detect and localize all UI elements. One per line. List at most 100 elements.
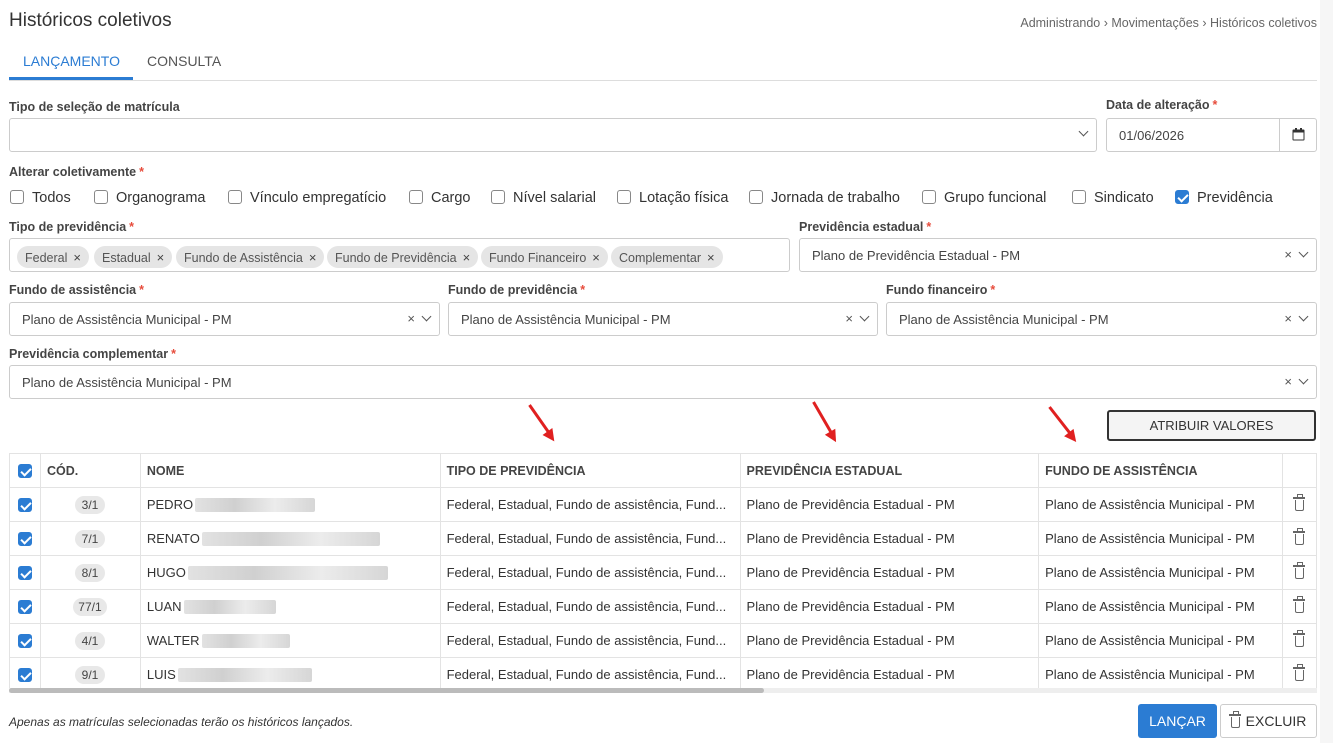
option-lotacao[interactable]: Lotação física: [617, 190, 728, 206]
option-organograma[interactable]: Organograma: [94, 190, 205, 206]
tipo-previdencia-label: Tipo de previdência *: [9, 220, 135, 234]
trash-icon[interactable]: [1293, 562, 1305, 579]
tab-consulta[interactable]: CONSULTA: [147, 53, 221, 69]
tipo-previdencia-multiselect[interactable]: Federal × Estadual × Fundo de Assistência ×…: [9, 238, 790, 272]
tag-federal: Federal ×: [17, 246, 89, 268]
header-fundo-assistencia[interactable]: FUNDO DE ASSISTÊNCIA: [1038, 453, 1284, 488]
annotation-arrow: [528, 404, 551, 434]
redacted-text: [183, 600, 276, 615]
fundo-previdencia-select[interactable]: Plano de Assistência Municipal - PM ×: [448, 302, 878, 336]
checkbox[interactable]: [94, 190, 108, 205]
table-row[interactable]: 9/1 LUIS Federal, Estadual, Fundo de ass…: [9, 657, 1317, 692]
previdencia-estadual-label: Previdência estadual *: [799, 220, 932, 234]
row-name: LUIS: [146, 666, 176, 682]
tag-fundo-assistencia: Fundo de Assistência ×: [176, 246, 325, 268]
fundo-financeiro-select[interactable]: Plano de Assistência Municipal - PM ×: [886, 302, 1317, 336]
option-nivel-salarial[interactable]: Nível salarial: [491, 190, 596, 206]
option-vinculo[interactable]: Vínculo empregatício: [228, 190, 386, 206]
checkbox[interactable]: [491, 190, 505, 205]
fundo-financeiro-label: Fundo financeiro *: [886, 283, 996, 297]
remove-tag-icon[interactable]: ×: [592, 250, 600, 265]
annotation-arrow: [1048, 406, 1072, 435]
table-row[interactable]: 4/1 WALTER Federal, Estadual, Fundo de a…: [9, 623, 1317, 658]
row-checkbox[interactable]: [18, 532, 32, 547]
calendar-icon: [1292, 128, 1305, 141]
data-alteracao-label: Data de alteração *: [1106, 98, 1218, 112]
alterar-label: Alterar coletivamente *: [9, 165, 145, 179]
checkbox[interactable]: [10, 190, 24, 205]
select-all-checkbox[interactable]: [18, 463, 32, 478]
excluir-button[interactable]: EXCLUIR: [1220, 704, 1317, 738]
row-tipo: Federal, Estadual, Fundo de assistência,…: [439, 521, 741, 556]
checkbox-checked[interactable]: [1175, 190, 1189, 205]
row-name: WALTER: [146, 632, 200, 648]
row-tipo: Federal, Estadual, Fundo de assistência,…: [439, 487, 741, 522]
clear-icon[interactable]: ×: [407, 311, 415, 326]
previdencia-complementar-select[interactable]: Plano de Assistência Municipal - PM ×: [9, 365, 1317, 399]
checkbox[interactable]: [922, 190, 936, 205]
trash-icon[interactable]: [1293, 528, 1305, 545]
table-row[interactable]: 3/1 PEDRO Federal, Estadual, Fundo de as…: [9, 487, 1317, 522]
lancar-button[interactable]: LANÇAR: [1138, 704, 1217, 738]
atribuir-valores-button[interactable]: ATRIBUIR VALORES: [1107, 410, 1316, 441]
code-badge: 3/1: [74, 495, 105, 514]
option-grupo-funcional[interactable]: Grupo funcional: [922, 190, 1046, 206]
header-previdencia-estadual[interactable]: PREVIDÊNCIA ESTADUAL: [739, 453, 1040, 488]
row-checkbox[interactable]: [18, 668, 32, 683]
chevron-down-icon[interactable]: [1298, 374, 1309, 385]
data-alteracao-input[interactable]: 01/06/2026: [1106, 118, 1317, 152]
option-previdencia[interactable]: Previdência: [1175, 190, 1273, 206]
header-tipo-previdencia[interactable]: TIPO DE PREVIDÊNCIA: [439, 453, 741, 488]
clear-icon[interactable]: ×: [845, 311, 853, 326]
row-checkbox[interactable]: [18, 498, 32, 513]
select-all-cell: [9, 453, 41, 488]
tipo-selecao-select[interactable]: [9, 118, 1097, 152]
row-checkbox[interactable]: [18, 600, 32, 615]
fundo-assistencia-select[interactable]: Plano de Assistência Municipal - PM ×: [9, 302, 440, 336]
tag-fundo-previdencia: Fundo de Previdência ×: [327, 246, 479, 268]
active-tab-indicator: [9, 77, 133, 80]
table-row[interactable]: 7/1 RENATO Federal, Estadual, Fundo de a…: [9, 521, 1317, 556]
previdencia-estadual-select[interactable]: Plano de Previdência Estadual - PM ×: [799, 238, 1317, 272]
checkbox[interactable]: [409, 190, 423, 205]
trash-icon[interactable]: [1293, 596, 1305, 613]
row-estadual: Plano de Previdência Estadual - PM: [739, 487, 1040, 522]
checkbox[interactable]: [749, 190, 763, 205]
chevron-down-icon[interactable]: [1298, 311, 1309, 322]
remove-tag-icon[interactable]: ×: [73, 250, 81, 265]
clear-icon[interactable]: ×: [1284, 374, 1292, 389]
matriculas-table: CÓD. NOME TIPO DE PREVIDÊNCIA PREVIDÊNCI…: [9, 453, 1317, 692]
remove-tag-icon[interactable]: ×: [707, 250, 715, 265]
clear-icon[interactable]: ×: [1284, 247, 1292, 262]
trash-icon[interactable]: [1293, 664, 1305, 681]
table-row[interactable]: 8/1 HUGO Federal, Estadual, Fundo de ass…: [9, 555, 1317, 590]
header-nome[interactable]: NOME: [139, 453, 441, 488]
clear-icon[interactable]: ×: [1284, 311, 1292, 326]
page-scrollbar[interactable]: [1320, 0, 1333, 743]
checkbox[interactable]: [228, 190, 242, 205]
checkbox[interactable]: [1072, 190, 1086, 205]
trash-icon[interactable]: [1293, 494, 1305, 511]
remove-tag-icon[interactable]: ×: [309, 250, 317, 265]
tabs-bar: LANÇAMENTO CONSULTA: [9, 44, 1317, 81]
table-row[interactable]: 77/1 LUAN Federal, Estadual, Fundo de as…: [9, 589, 1317, 624]
scroll-thumb[interactable]: [9, 688, 764, 693]
chevron-down-icon[interactable]: [859, 311, 870, 322]
option-cargo[interactable]: Cargo: [409, 190, 471, 206]
checkbox[interactable]: [617, 190, 631, 205]
calendar-button[interactable]: [1279, 119, 1316, 151]
remove-tag-icon[interactable]: ×: [463, 250, 471, 265]
remove-tag-icon[interactable]: ×: [157, 250, 165, 265]
option-todos[interactable]: Todos: [10, 190, 71, 206]
row-checkbox[interactable]: [18, 566, 32, 581]
trash-icon[interactable]: [1293, 630, 1305, 647]
option-sindicato[interactable]: Sindicato: [1072, 190, 1154, 206]
chevron-down-icon[interactable]: [1298, 247, 1309, 258]
table-horizontal-scrollbar[interactable]: [9, 688, 1317, 693]
row-checkbox[interactable]: [18, 634, 32, 649]
tab-lancamento[interactable]: LANÇAMENTO: [23, 53, 120, 69]
chevron-down-icon[interactable]: [421, 311, 432, 322]
option-jornada[interactable]: Jornada de trabalho: [749, 190, 900, 206]
breadcrumb[interactable]: Administrando › Movimentações › Históric…: [1020, 16, 1317, 30]
header-codigo[interactable]: CÓD.: [39, 453, 141, 488]
